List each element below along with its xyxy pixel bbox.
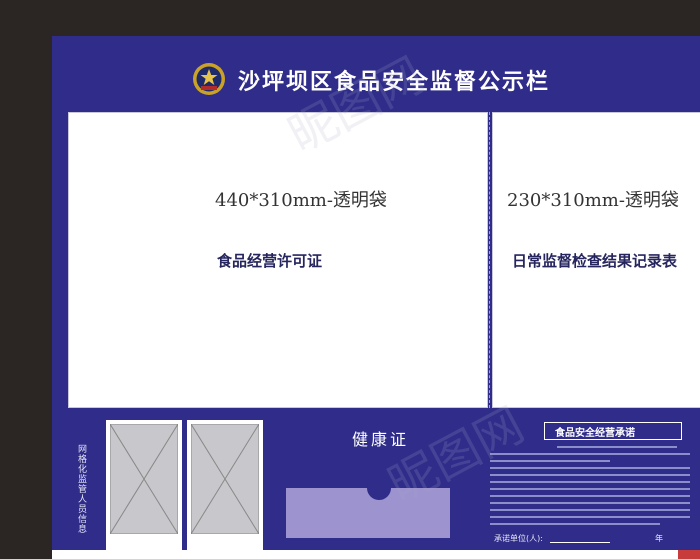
staff-photo-slot-1: [106, 420, 182, 550]
pledge-year-label: 年: [655, 534, 663, 543]
pledge-signature-label: 承诺单位(人):: [494, 534, 543, 543]
header-bar: 沙坪坝区食品安全监督公示栏: [52, 36, 700, 110]
photo-placeholder-icon: [110, 424, 178, 534]
pledge-text-line: [490, 502, 690, 504]
inspection-title: 日常监督检查结果记录表: [512, 252, 678, 270]
health-certificate-title: 健康证: [352, 430, 410, 449]
license-title: 食品经营许可证: [217, 252, 323, 270]
pledge-text-line: [490, 467, 690, 469]
page-title: 沙坪坝区食品安全监督公示栏: [238, 70, 551, 95]
pledge-text-line: [490, 516, 690, 518]
health-certificate-slot: [286, 488, 450, 538]
photo-placeholder-icon: [191, 424, 259, 534]
pledge-text-line: [490, 495, 690, 497]
footer-strip: [52, 550, 700, 559]
inspection-size-label: 230*310mm-透明袋: [507, 190, 679, 211]
slot-thumb-notch: [367, 476, 391, 500]
pledge-title: 食品安全经营承诺: [555, 428, 635, 439]
pledge-text-line: [557, 446, 677, 448]
bulletin-board: 沙坪坝区食品安全监督公示栏 440*310mm-透明袋 食品经营许可证 230*…: [52, 36, 700, 559]
staff-photo-slot-2: [187, 420, 263, 550]
footer-accent: [678, 550, 700, 559]
police-emblem-icon: [193, 63, 225, 95]
pledge-text-line: [490, 481, 690, 483]
pledge-text-line: [490, 488, 690, 490]
pledge-text-line: [490, 453, 690, 455]
signature-line: [550, 542, 610, 543]
panel-divider: [489, 112, 490, 408]
pledge-text-line: [490, 509, 690, 511]
license-size-label: 440*310mm-透明袋: [215, 190, 387, 211]
pledge-text-line: [490, 523, 660, 525]
grid-staff-info-label: 网格化监管人员信息: [76, 444, 86, 534]
pledge-text-line: [490, 460, 610, 462]
pledge-text-line: [490, 474, 690, 476]
